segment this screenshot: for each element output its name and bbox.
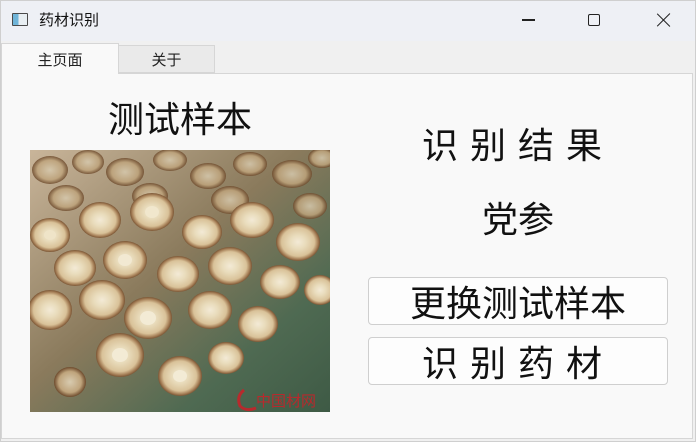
main-panel: 测试样本 中国材网 识别结果 党参 更换测试样本 识别药材 (1, 73, 693, 439)
minimize-icon (521, 19, 535, 21)
tab-about[interactable]: 关于 (118, 45, 215, 73)
result-title: 识别结果 (421, 126, 614, 167)
svg-text:中国材网: 中国材网 (256, 392, 316, 410)
title-bar: 药材识别 (1, 1, 695, 41)
sample-title: 测试样本 (107, 100, 252, 141)
app-window-icon (12, 13, 28, 26)
result-value: 党参 (481, 200, 554, 241)
close-button[interactable] (641, 1, 687, 39)
change-sample-button[interactable]: 更换测试样本 (368, 277, 668, 325)
identify-herb-button[interactable]: 识别药材 (368, 337, 668, 385)
maximize-icon (588, 14, 600, 26)
minimize-button[interactable] (505, 1, 551, 39)
close-icon (657, 13, 671, 27)
maximize-button[interactable] (571, 1, 617, 39)
tab-bar: 主页面 关于 (1, 41, 695, 74)
window-title: 药材识别 (39, 11, 100, 29)
sample-image: 中国材网 (30, 150, 330, 412)
tab-home[interactable]: 主页面 (1, 43, 119, 74)
app-window: 药材识别 主页面 关于 测试样本 中国材网 识别结果 党参 更换测试样本 识别药… (0, 0, 696, 442)
